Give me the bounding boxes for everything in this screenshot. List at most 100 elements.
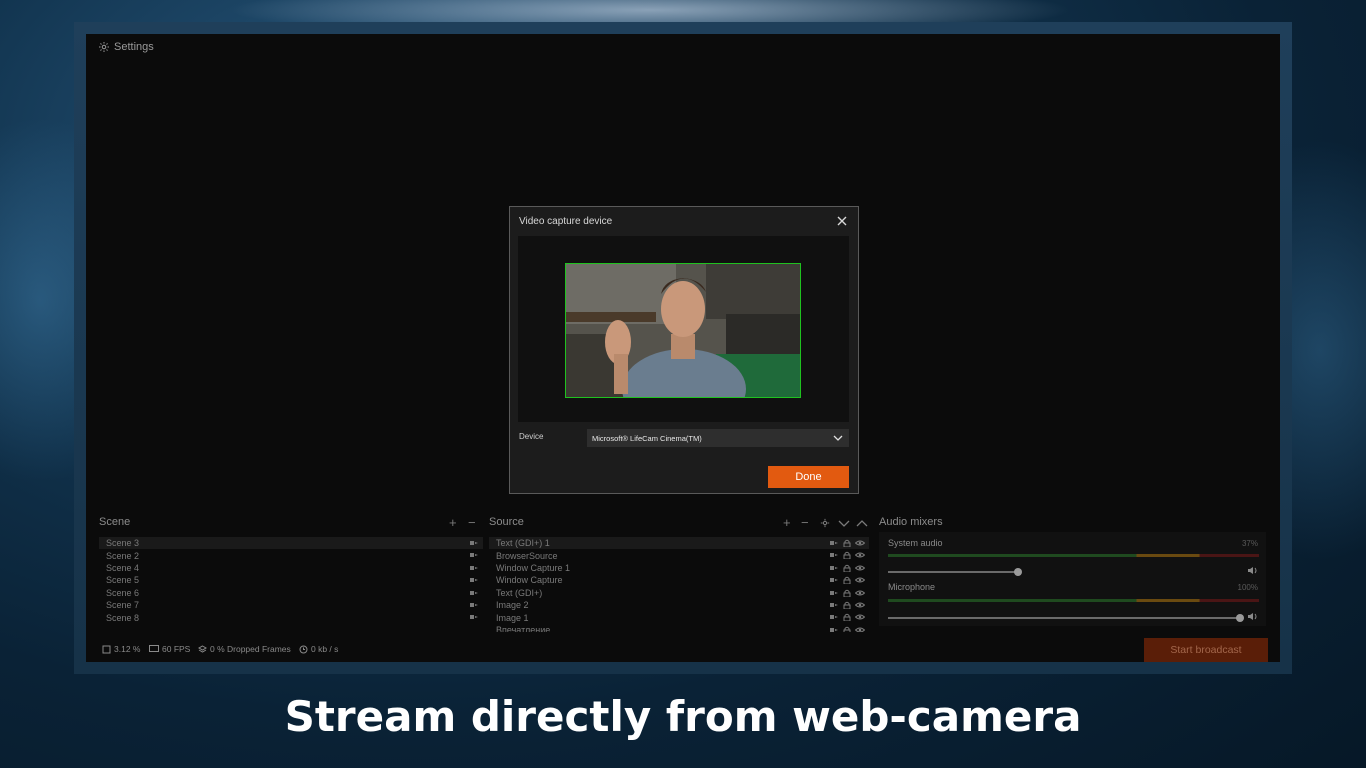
- clock-icon: [299, 645, 308, 653]
- move-down-chevron-icon[interactable]: [838, 519, 850, 528]
- monitor-icon: [149, 645, 159, 652]
- lock-icon[interactable]: [842, 601, 852, 609]
- scene-list-item[interactable]: Scene 3: [99, 537, 483, 550]
- dropped-frames-value: 0 % Dropped Frames: [210, 644, 291, 654]
- start-broadcast-button[interactable]: Start broadcast: [1144, 638, 1268, 662]
- eye-icon[interactable]: [855, 539, 865, 547]
- transition-icon[interactable]: [829, 564, 839, 572]
- scene-list-item[interactable]: Scene 6: [99, 587, 483, 599]
- settings-button[interactable]: Settings: [98, 40, 154, 54]
- lock-icon[interactable]: [842, 539, 852, 547]
- row-icons: [469, 613, 479, 621]
- add-source-button[interactable]: +: [783, 516, 791, 529]
- transition-icon[interactable]: [469, 539, 479, 547]
- scene-list-item[interactable]: Scene 7: [99, 599, 483, 611]
- transition-icon[interactable]: [469, 564, 479, 572]
- lock-icon[interactable]: [842, 626, 852, 632]
- source-item-label: BrowserSource: [496, 550, 558, 561]
- eye-icon[interactable]: [855, 551, 865, 559]
- row-icons: [469, 589, 479, 597]
- source-list-item[interactable]: Text (GDI+): [489, 587, 869, 599]
- preview-area: [518, 236, 849, 422]
- scene-item-label: Scene 2: [106, 550, 140, 561]
- source-list-item[interactable]: BrowserSource: [489, 549, 869, 561]
- scene-list-item[interactable]: Scene 2: [99, 549, 483, 561]
- dialog-title: Video capture device: [519, 216, 613, 227]
- scene-list-item[interactable]: Scene 4: [99, 562, 483, 574]
- audio-mixer-box: System audio 37% Microphone 100%: [879, 532, 1266, 626]
- eye-icon[interactable]: [855, 589, 865, 597]
- source-item-label: Image 2: [496, 600, 529, 611]
- microphone-slider-fill: [888, 617, 1240, 619]
- eye-icon[interactable]: [855, 626, 865, 632]
- source-item-label: Window Capture: [496, 575, 563, 586]
- transition-icon[interactable]: [829, 601, 839, 609]
- eye-icon[interactable]: [855, 564, 865, 572]
- system-audio-slider-knob[interactable]: [1014, 568, 1022, 576]
- transition-icon[interactable]: [829, 589, 839, 597]
- transition-icon[interactable]: [829, 539, 839, 547]
- row-icons: [829, 626, 865, 632]
- eye-icon[interactable]: [855, 576, 865, 584]
- close-icon[interactable]: [836, 215, 848, 227]
- source-item-label: Image 1: [496, 612, 529, 623]
- source-item-label: Впечатление: [496, 624, 551, 632]
- lock-icon[interactable]: [842, 576, 852, 585]
- fps-status: 60 FPS: [149, 644, 190, 654]
- transition-icon[interactable]: [829, 613, 839, 621]
- scene-list: Scene 3 Scene 2 Scene 4 Scene 5 Scene 6 Scene…: [99, 537, 483, 624]
- source-panel-title: Source: [489, 516, 524, 528]
- source-list-item[interactable]: Впечатление: [489, 624, 869, 632]
- source-list-item[interactable]: Text (GDI+) 1: [489, 537, 869, 550]
- scene-item-label: Scene 6: [106, 587, 140, 598]
- row-icons: [829, 613, 865, 622]
- source-list-item[interactable]: Image 2: [489, 599, 869, 611]
- transition-icon[interactable]: [829, 626, 839, 632]
- system-audio-meter: [888, 554, 1259, 557]
- source-item-label: Text (GDI+): [496, 587, 543, 598]
- transition-icon[interactable]: [469, 589, 479, 597]
- row-icons: [469, 601, 479, 609]
- eye-icon[interactable]: [855, 613, 865, 621]
- remove-scene-button[interactable]: −: [468, 516, 476, 529]
- scene-item-label: Scene 7: [106, 600, 140, 611]
- scene-list-item[interactable]: Scene 8: [99, 611, 483, 623]
- cpu-status: 3.12 %: [102, 644, 140, 654]
- scene-item-label: Scene 4: [106, 562, 140, 573]
- microphone-slider-knob[interactable]: [1236, 614, 1244, 622]
- move-up-chevron-icon[interactable]: [856, 519, 868, 528]
- device-value: Microsoft® LifeCam Cinema(TM): [592, 433, 702, 443]
- system-audio-slider-fill: [888, 571, 1018, 573]
- transition-icon[interactable]: [829, 551, 839, 559]
- lock-icon[interactable]: [842, 564, 852, 572]
- transition-icon[interactable]: [469, 576, 479, 584]
- webcam-preview: [565, 263, 801, 398]
- promo-caption: Stream directly from web-camera: [284, 692, 1082, 741]
- source-item-label: Text (GDI+) 1: [496, 538, 550, 549]
- row-icons: [829, 589, 865, 597]
- speaker-icon[interactable]: [1247, 566, 1258, 575]
- lock-icon[interactable]: [842, 613, 852, 622]
- transition-icon[interactable]: [469, 613, 479, 621]
- source-settings-gear-icon[interactable]: [820, 518, 830, 528]
- transition-icon[interactable]: [469, 601, 479, 609]
- source-list-item[interactable]: Image 1: [489, 611, 869, 623]
- bitrate-value: 0 kb / s: [311, 644, 339, 654]
- gear-icon: [99, 42, 109, 52]
- settings-label: Settings: [114, 41, 154, 53]
- source-list-item[interactable]: Window Capture 1: [489, 562, 869, 574]
- done-button[interactable]: Done: [768, 466, 849, 488]
- audio-panel-title: Audio mixers: [879, 516, 943, 528]
- app-window: Settings Video capture device Device Mic…: [86, 34, 1280, 662]
- add-scene-button[interactable]: +: [449, 516, 457, 529]
- eye-icon[interactable]: [855, 601, 865, 609]
- transition-icon[interactable]: [469, 551, 479, 559]
- device-dropdown[interactable]: Microsoft® LifeCam Cinema(TM): [587, 429, 849, 447]
- transition-icon[interactable]: [829, 576, 839, 584]
- speaker-icon[interactable]: [1247, 612, 1258, 621]
- remove-source-button[interactable]: −: [801, 516, 809, 529]
- lock-icon[interactable]: [842, 589, 852, 597]
- lock-icon[interactable]: [842, 551, 852, 560]
- scene-list-item[interactable]: Scene 5: [99, 574, 483, 586]
- source-list-item[interactable]: Window Capture: [489, 574, 869, 586]
